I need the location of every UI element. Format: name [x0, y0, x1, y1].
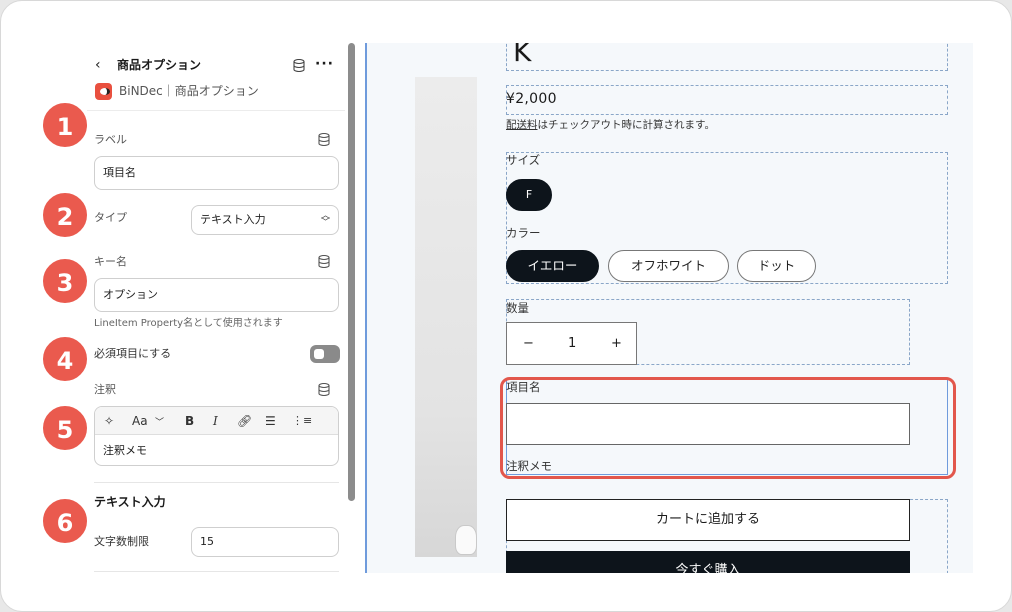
italic-button[interactable]: I	[213, 413, 218, 429]
quantity-value[interactable]: 1	[568, 336, 576, 352]
quantity-label: 数量	[506, 301, 529, 315]
note-field-label: 注釈	[94, 383, 116, 396]
size-label: サイズ	[506, 153, 541, 167]
divider	[94, 571, 339, 572]
panel-title: 商品オプション	[117, 58, 202, 72]
shipping-link[interactable]: 配送料	[506, 119, 538, 131]
screenshot-frame: ‹ 商品オプション ··· BiNDec｜商品オプション ラベル 項目名 タイプ…	[0, 0, 1012, 612]
color-label: カラー	[506, 226, 541, 240]
step-badge-2: 2	[41, 191, 89, 239]
app-logo-icon	[95, 83, 112, 100]
key-name-input[interactable]: オプション	[94, 278, 339, 312]
sneaker-image	[455, 525, 477, 555]
add-to-cart-button[interactable]: カートに追加する	[506, 499, 910, 541]
required-toggle[interactable]	[310, 345, 340, 363]
panel-scrollbar[interactable]	[348, 43, 355, 501]
rte-toolbar: ✧ Aa ﹀ B I 🔗︎ ☰ ⋮≡	[95, 407, 338, 435]
bold-button[interactable]: B	[185, 413, 194, 429]
step-badge-4: 4	[41, 335, 89, 383]
step-badge-6: 6	[41, 497, 89, 545]
type-select-value: テキスト入力	[200, 213, 266, 226]
type-select[interactable]: テキスト入力 ︿ ﹀	[191, 205, 339, 235]
highlight-frame	[500, 377, 956, 479]
key-field-label: キー名	[94, 255, 127, 268]
minus-button[interactable]: −	[523, 336, 534, 352]
step-badge-3: 3	[41, 257, 89, 305]
quantity-stepper: − 1 +	[506, 322, 637, 365]
app-name: BiNDec｜商品オプション	[119, 84, 259, 98]
chevron-down-icon[interactable]: ﹀	[155, 415, 164, 431]
storefront-preview: K ¥2,000 配送料はチェックアウト時に計算されます。 サイズ F カラー …	[365, 43, 973, 573]
shipping-text: はチェックアウト時に計算されます。	[537, 119, 715, 131]
link-icon[interactable]: 🔗︎	[237, 413, 252, 429]
size-option-f[interactable]: F	[506, 179, 552, 211]
database-icon[interactable]	[318, 133, 330, 146]
database-icon[interactable]	[293, 59, 305, 72]
product-title: K	[513, 43, 532, 68]
step-badge-1: 1	[41, 101, 89, 149]
label-input[interactable]: 項目名	[94, 156, 339, 190]
text-input-section-title: テキスト入力	[94, 495, 166, 509]
note-text[interactable]: 注釈メモ	[103, 444, 147, 458]
block-outline	[506, 43, 948, 71]
settings-panel: ‹ 商品オプション ··· BiNDec｜商品オプション ラベル 項目名 タイプ…	[87, 43, 345, 573]
more-icon[interactable]: ···	[315, 56, 334, 72]
buy-now-button[interactable]: 今すぐ購入	[506, 551, 910, 573]
panel-header: ‹ 商品オプション ··· BiNDec｜商品オプション	[87, 43, 345, 111]
database-icon[interactable]	[318, 383, 330, 396]
char-limit-label: 文字数制限	[94, 535, 149, 548]
numbered-list-icon[interactable]: ⋮≡	[292, 413, 312, 429]
color-option-yellow[interactable]: イエロー	[506, 250, 599, 282]
label-field-label: ラベル	[94, 133, 127, 146]
divider	[94, 482, 339, 483]
back-icon[interactable]: ‹	[95, 57, 109, 73]
color-option-offwhite[interactable]: オフホワイト	[608, 250, 729, 282]
product-image[interactable]	[415, 77, 477, 557]
magic-icon[interactable]: ✧	[104, 413, 114, 429]
required-label: 必須項目にする	[94, 347, 172, 360]
plus-button[interactable]: +	[611, 336, 622, 352]
bullet-list-icon[interactable]: ☰	[265, 413, 276, 429]
key-name-hint: LineItem Property名として使用されます	[94, 318, 283, 329]
database-icon[interactable]	[318, 255, 330, 268]
step-badge-5: 5	[41, 404, 89, 452]
font-size-button[interactable]: Aa	[132, 413, 148, 429]
block-outline	[506, 85, 948, 115]
product-price: ¥2,000	[506, 91, 557, 107]
char-limit-input[interactable]: 15	[191, 527, 339, 557]
note-rich-text-editor: ✧ Aa ﹀ B I 🔗︎ ☰ ⋮≡ 注釈メモ	[94, 406, 339, 466]
type-field-label: タイプ	[94, 211, 127, 224]
color-option-dot[interactable]: ドット	[737, 250, 816, 282]
shipping-note: 配送料はチェックアウト時に計算されます。	[506, 119, 715, 132]
chevron-updown-icon: ︿ ﹀	[320, 211, 330, 228]
